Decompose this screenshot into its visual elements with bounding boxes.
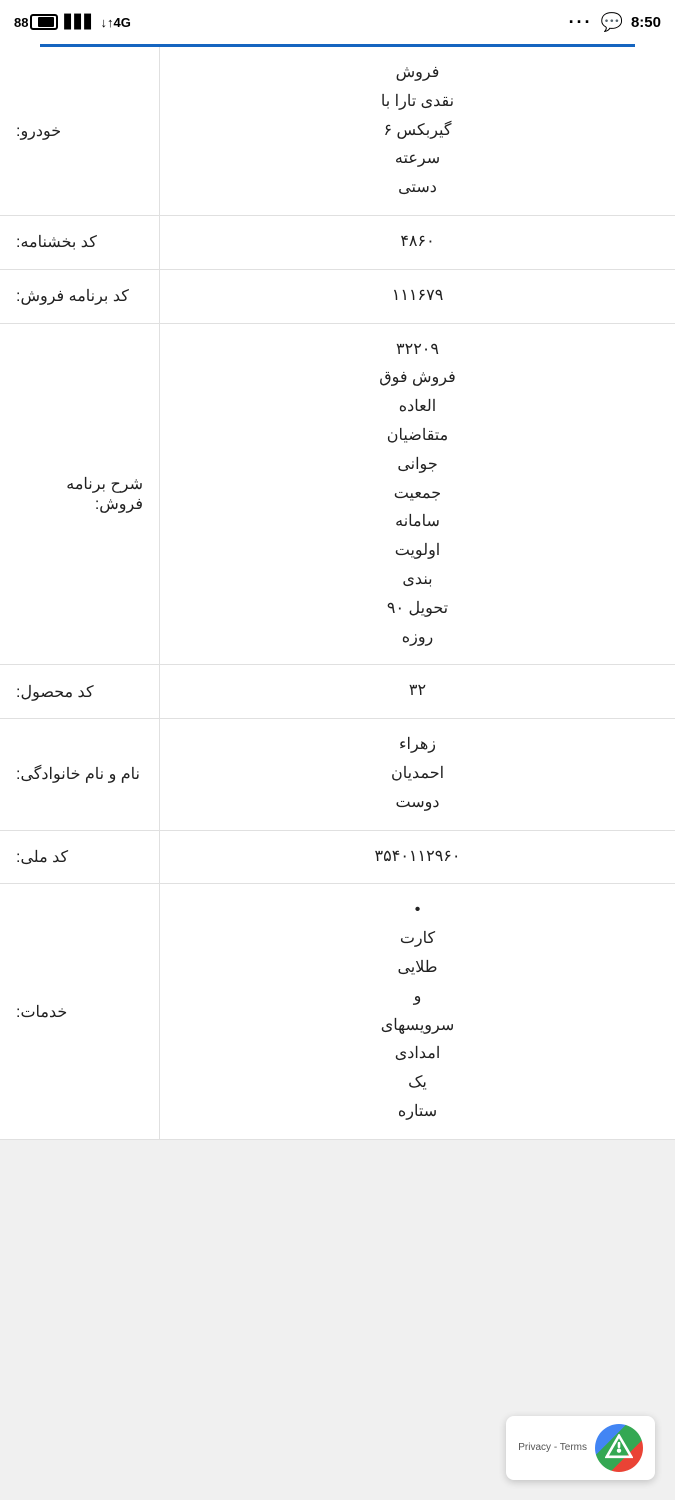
recaptcha-logo bbox=[595, 1424, 643, 1472]
table-row: کد ملی: ۳۵۴۰۱۱۲۹۶۰ bbox=[0, 831, 675, 885]
battery-fill bbox=[38, 17, 54, 27]
time-display: 8:50 bbox=[631, 14, 661, 31]
label-kod-bakhshnameh: کد بخشنامه: bbox=[0, 216, 160, 269]
privacy-text[interactable]: Privacy bbox=[518, 1442, 551, 1453]
table-row: کد محصول: ۳۲ bbox=[0, 665, 675, 719]
label-national-id: کد ملی: bbox=[0, 831, 160, 884]
table-row: نام و نام خانوادگی: زهراء احمدیان دوست bbox=[0, 719, 675, 830]
label-kod-mahsool: کد محصول: bbox=[0, 665, 160, 718]
label-name: نام و نام خانوادگی: bbox=[0, 719, 160, 829]
battery-level: 88 bbox=[14, 15, 28, 30]
menu-icon: ··· bbox=[569, 12, 593, 33]
status-left: 8:50 💬 ··· bbox=[569, 12, 661, 33]
signal-bars: ▋▋▋ bbox=[64, 14, 94, 30]
label-kod-barnameh: کد برنامه فروش: bbox=[0, 270, 160, 323]
label-khadamat: خدمات: bbox=[0, 884, 160, 1138]
value-kod-barnameh: ۱۱۱۶۷۹ bbox=[160, 270, 675, 323]
value-sharh-barnameh: ۳۲۲۰۹ فروش فوق العاده متقاضیان جوانی جمع… bbox=[160, 324, 675, 665]
value-national-id: ۳۵۴۰۱۱۲۹۶۰ bbox=[160, 831, 675, 884]
table-row: خدمات: • کارت طلایی و سرویسهای امدادی یک… bbox=[0, 884, 675, 1139]
value-khadamat: • کارت طلایی و سرویسهای امدادی یک ستاره bbox=[160, 884, 675, 1138]
whatsapp-icon: 💬 bbox=[601, 12, 623, 33]
table-row: کد برنامه فروش: ۱۱۱۶۷۹ bbox=[0, 270, 675, 324]
terms-text[interactable]: Terms bbox=[560, 1442, 587, 1453]
value-kod-mahsool: ۳۲ bbox=[160, 665, 675, 718]
network-indicator: 4G↑↓ bbox=[100, 15, 130, 30]
table-row: خودرو: فروش نقدی تارا با گیربکس ۶ سرعته … bbox=[0, 47, 675, 216]
value-name: زهراء احمدیان دوست bbox=[160, 719, 675, 829]
battery-container: 88 bbox=[14, 14, 58, 30]
status-right: 4G↑↓ ▋▋▋ 88 bbox=[14, 14, 131, 30]
label-خودرو: خودرو: bbox=[0, 47, 160, 215]
label-sharh-barnameh: شرح برنامه فروش: bbox=[0, 324, 160, 665]
value-خودرو: فروش نقدی تارا با گیربکس ۶ سرعته دستی bbox=[160, 47, 675, 215]
table-row: کد بخشنامه: ۴۸۶۰ bbox=[0, 216, 675, 270]
main-content: خودرو: فروش نقدی تارا با گیربکس ۶ سرعته … bbox=[0, 44, 675, 1140]
status-bar: 8:50 💬 ··· 4G↑↓ ▋▋▋ 88 bbox=[0, 0, 675, 44]
battery-icon bbox=[30, 14, 58, 30]
recaptcha-widget: Privacy - Terms bbox=[506, 1416, 655, 1480]
separator: - bbox=[554, 1442, 557, 1453]
table-row: شرح برنامه فروش: ۳۲۲۰۹ فروش فوق العاده م… bbox=[0, 324, 675, 666]
privacy-terms: Privacy - Terms bbox=[518, 1441, 587, 1455]
value-kod-bakhshnameh: ۴۸۶۰ bbox=[160, 216, 675, 269]
table-container: خودرو: فروش نقدی تارا با گیربکس ۶ سرعته … bbox=[0, 47, 675, 1140]
